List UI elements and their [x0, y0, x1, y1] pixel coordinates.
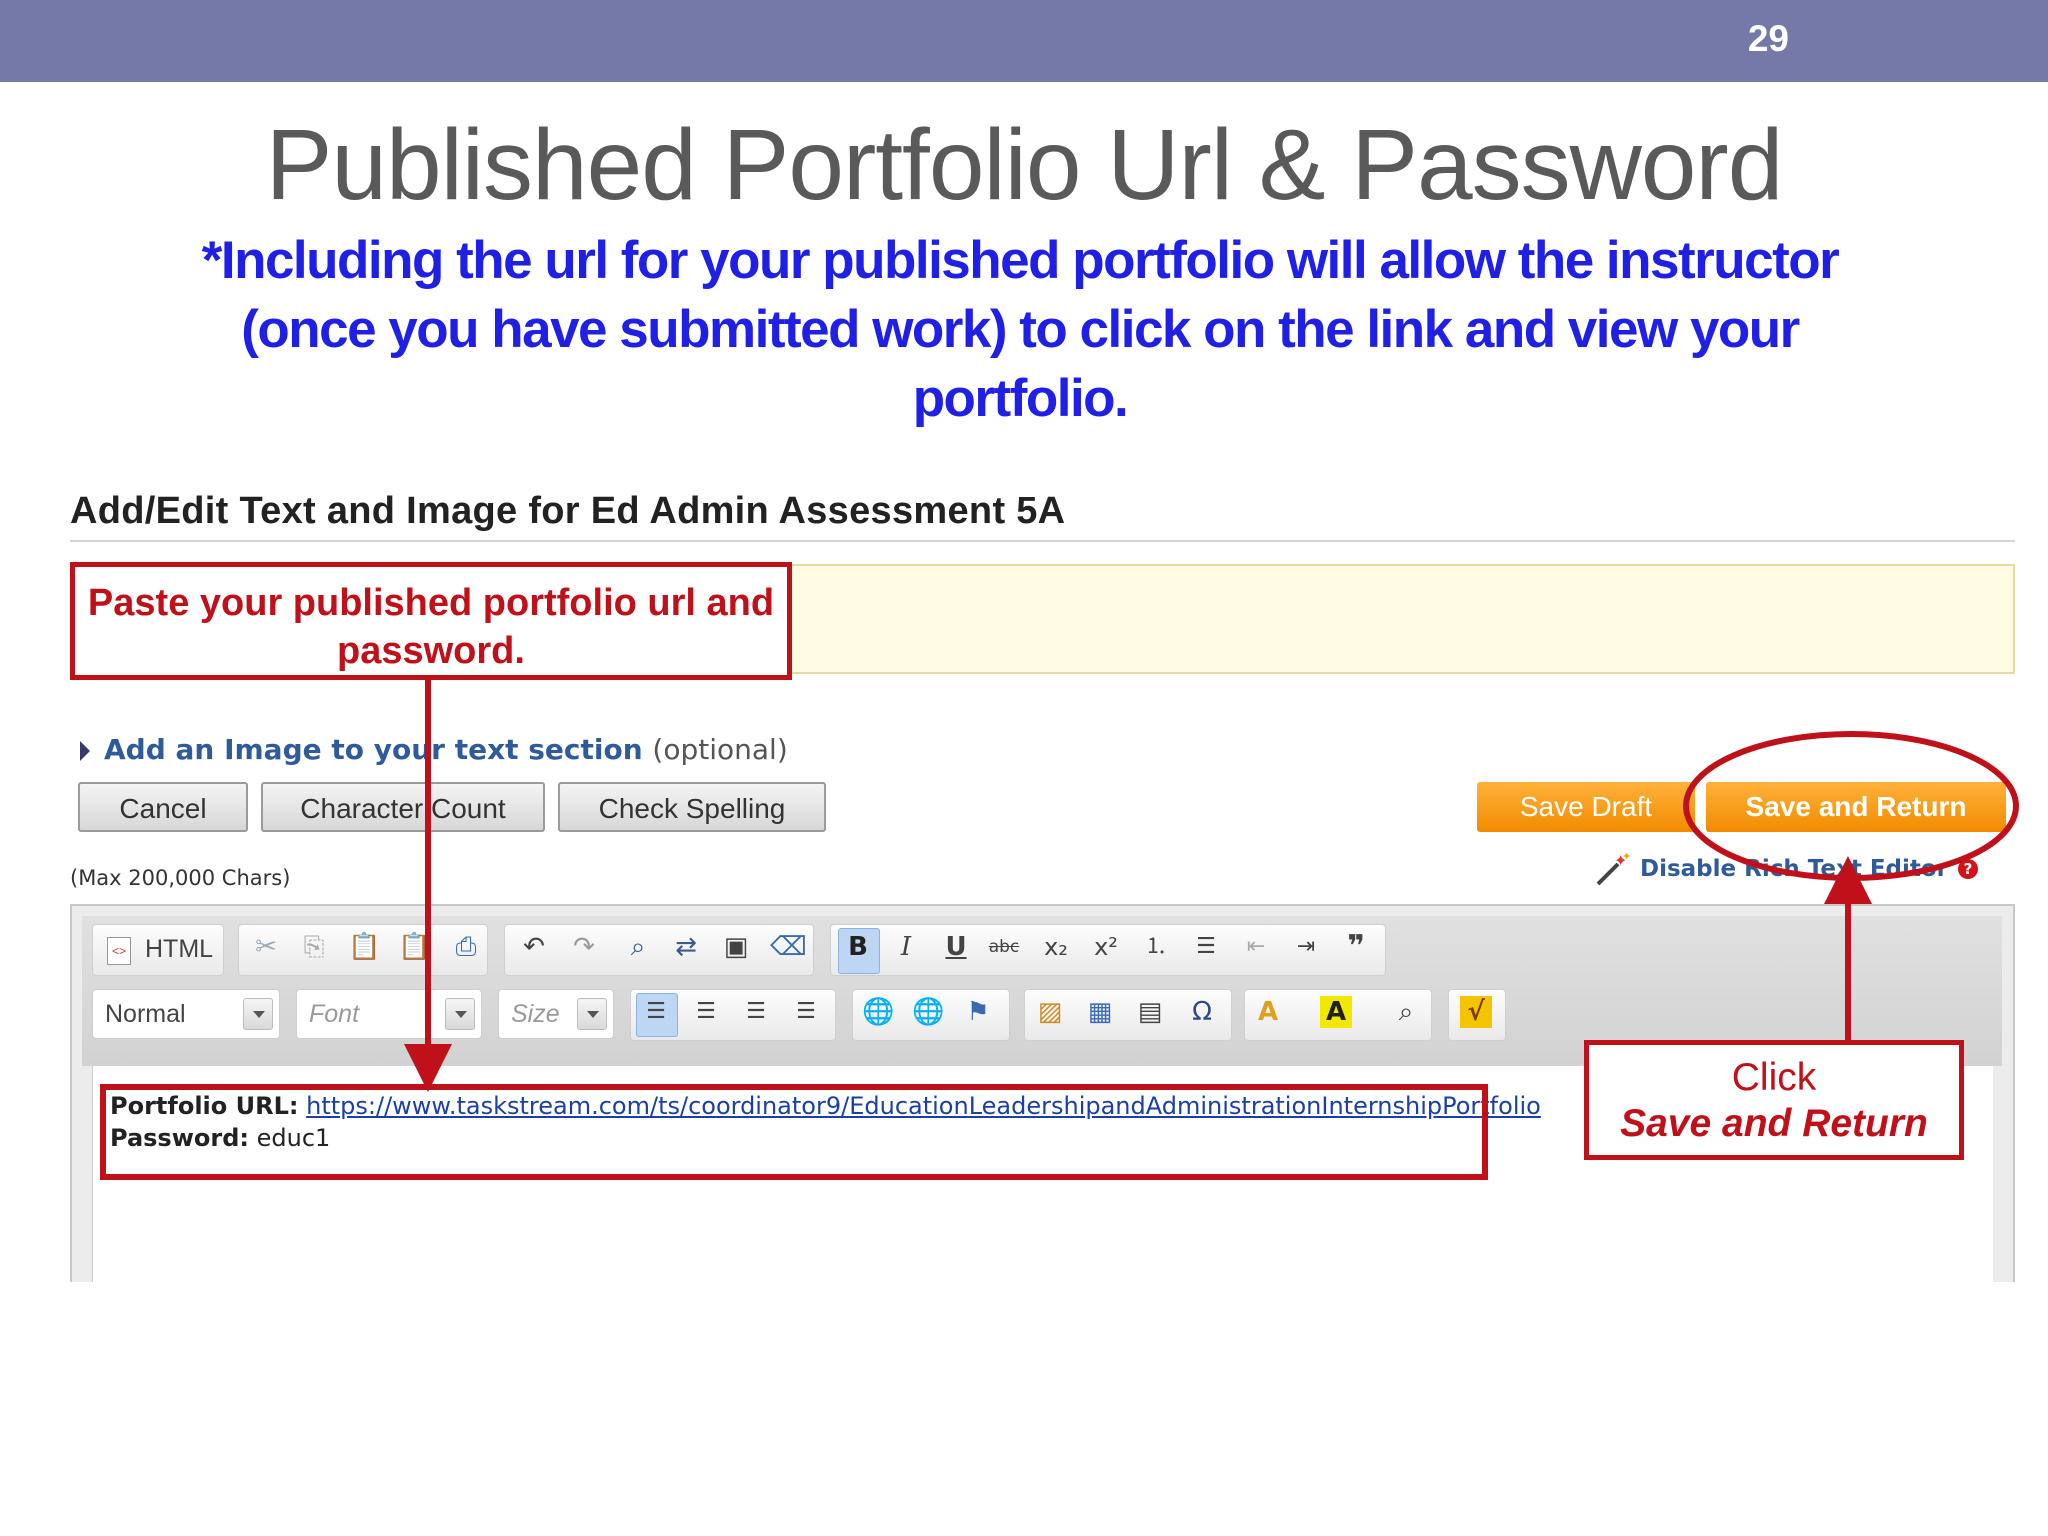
html-label: HTML [145, 935, 214, 963]
text-color-icon[interactable]: A [1252, 996, 1284, 1028]
replace-icon[interactable]: ⇄ [670, 931, 702, 963]
italic-icon[interactable]: I [890, 931, 922, 963]
slide-number: 29 [1747, 18, 1789, 59]
bold-icon[interactable]: B [842, 931, 874, 963]
check-spelling-button[interactable]: Check Spelling [558, 782, 826, 832]
checkmark-icon[interactable]: √ [1460, 996, 1492, 1028]
html-source-icon: <> [107, 937, 131, 965]
heading-divider [70, 540, 2015, 542]
html-source-button[interactable]: <> HTML [92, 924, 224, 976]
character-count-button[interactable]: Character Count [261, 782, 545, 832]
background-color-icon[interactable]: A [1320, 996, 1352, 1028]
horizontal-rule-icon[interactable]: ▤ [1134, 996, 1166, 1028]
chevron-down-icon [243, 998, 273, 1030]
redo-icon[interactable]: ↷ [568, 931, 600, 963]
slide-subtitle: *Including the url for your published po… [201, 231, 1840, 428]
svg-text:✦: ✦ [1622, 850, 1631, 863]
slide-title: Published Portfolio Url & Password [265, 109, 1784, 221]
align-justify-icon[interactable]: ☰ [790, 996, 822, 1028]
slide-header-bar: 29 [0, 0, 2048, 82]
format-select-value: Normal [105, 1000, 186, 1028]
expand-triangle-icon [80, 741, 90, 761]
help-icon[interactable]: ? [1958, 859, 1979, 879]
format-select[interactable]: Normal [92, 989, 280, 1039]
paste-word-icon[interactable]: 📋 [398, 931, 430, 963]
size-select-value: Size [511, 1000, 560, 1028]
edit-toolbar-group [504, 924, 814, 976]
find-icon[interactable]: ⌕ [622, 931, 654, 963]
unlink-icon[interactable]: 🌐 [912, 996, 944, 1028]
chevron-down-icon [445, 998, 475, 1030]
image-icon[interactable]: ▨ [1034, 996, 1066, 1028]
align-right-icon[interactable]: ☰ [740, 996, 772, 1028]
undo-icon[interactable]: ↶ [518, 931, 550, 963]
blockquote-icon[interactable]: ❞ [1340, 931, 1372, 963]
print-icon[interactable]: ⎙ [450, 931, 482, 963]
max-chars-note: (Max 200,000 Chars) [70, 866, 291, 890]
add-image-link[interactable]: Add an Image to your text section (optio… [80, 733, 788, 766]
bullet-list-icon[interactable]: ☰ [1190, 931, 1222, 963]
link-globe-icon[interactable]: 🌐 [862, 996, 894, 1028]
save-and-return-button[interactable]: Save and Return [1706, 782, 2006, 832]
cancel-button[interactable]: Cancel [78, 782, 248, 832]
align-center-icon[interactable]: ☰ [690, 996, 722, 1028]
cut-icon[interactable]: ✂ [250, 931, 282, 963]
align-left-icon[interactable]: ☰ [640, 996, 672, 1028]
save-draft-button[interactable]: Save Draft [1477, 782, 1695, 832]
disable-rich-text-editor-link[interactable]: ✦ ✦ Disable Rich Text Editor ? [1596, 850, 1979, 886]
subscript-icon[interactable]: x₂ [1040, 931, 1072, 963]
paste-instruction-callout: Paste your published portfolio url and p… [70, 562, 792, 680]
preview-icon[interactable]: ⌕ [1390, 996, 1422, 1028]
click-save-callout: Click Save and Return [1584, 1040, 1964, 1160]
click-save-line1: Click [1731, 1056, 1817, 1099]
add-image-label: Add an Image to your text section [104, 733, 643, 766]
table-icon[interactable]: ▦ [1084, 996, 1116, 1028]
magic-wand-icon: ✦ ✦ [1592, 850, 1632, 896]
form-heading: Add/Edit Text and Image for Ed Admin Ass… [70, 490, 1066, 532]
remove-format-icon[interactable]: ⌫ [770, 931, 807, 963]
chevron-down-icon [577, 998, 607, 1030]
copy-icon[interactable]: ⎘ [298, 931, 330, 963]
underline-icon[interactable]: U [940, 931, 972, 963]
paste-icon[interactable]: 📋 [348, 931, 380, 963]
add-image-optional: (optional) [652, 733, 788, 766]
url-password-highlight-box [100, 1084, 1488, 1180]
indent-icon[interactable]: ⇥ [1290, 931, 1322, 963]
select-all-icon[interactable]: ▣ [720, 931, 752, 963]
disable-rte-label: Disable Rich Text Editor [1640, 856, 1949, 882]
size-select[interactable]: Size [498, 989, 614, 1039]
strikethrough-icon[interactable]: abc [988, 931, 1020, 963]
superscript-icon[interactable]: x² [1090, 931, 1122, 963]
anchor-flag-icon[interactable]: ⚑ [962, 996, 994, 1028]
special-char-icon[interactable]: Ω [1186, 996, 1218, 1028]
font-select[interactable]: Font [296, 989, 482, 1039]
outdent-icon[interactable]: ⇤ [1240, 931, 1272, 963]
font-select-value: Font [309, 1000, 360, 1028]
click-save-line2: Save and Return [1620, 1102, 1928, 1145]
numbered-list-icon[interactable]: ⒈ [1140, 931, 1172, 963]
